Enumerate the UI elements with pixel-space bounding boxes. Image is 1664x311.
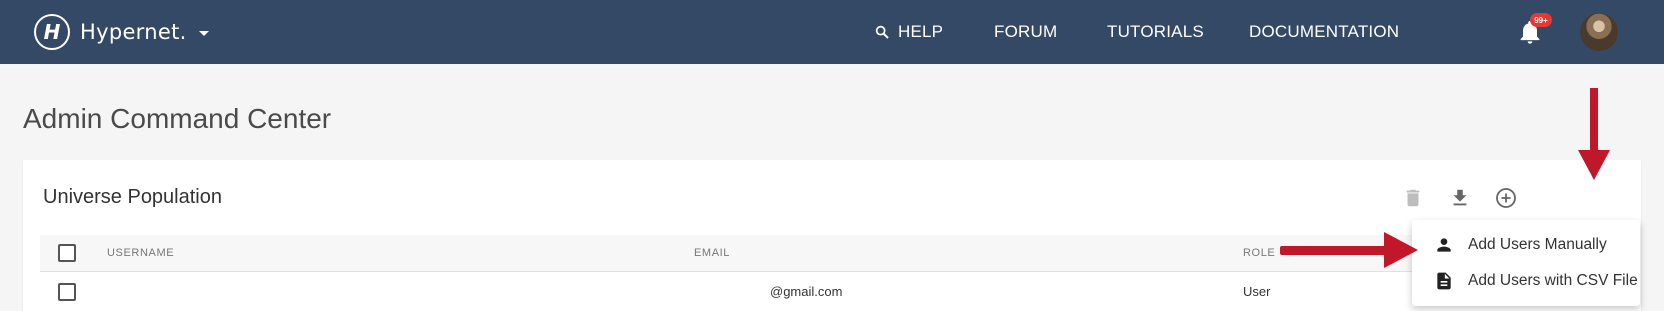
delete-button[interactable] xyxy=(1397,182,1429,214)
user-avatar[interactable] xyxy=(1580,13,1618,51)
cell-role: User xyxy=(1243,284,1271,299)
file-icon xyxy=(1432,269,1456,293)
download-button[interactable] xyxy=(1444,182,1476,214)
brand-logo-icon: H xyxy=(34,14,70,50)
menu-item-label: Add Users Manually xyxy=(1468,236,1607,253)
menu-item-add-users-csv[interactable]: Add Users with CSV File xyxy=(1412,263,1640,299)
notification-count-badge: 99+ xyxy=(1530,13,1552,27)
nav-documentation-label: DOCUMENTATION xyxy=(1249,22,1400,41)
column-header-role[interactable]: ROLE xyxy=(1243,247,1275,259)
nav-forum-link[interactable]: FORUM xyxy=(994,20,1057,44)
brand-menu[interactable]: H Hypernet. xyxy=(34,13,209,51)
nav-tutorials-link[interactable]: TUTORIALS xyxy=(1107,20,1204,44)
person-icon xyxy=(1432,233,1456,257)
page-title: Admin Command Center xyxy=(23,103,332,134)
table-row[interactable]: @gmail.com User xyxy=(40,272,1640,311)
menu-item-label: Add Users with CSV File xyxy=(1468,272,1638,289)
select-all-checkbox[interactable] xyxy=(58,244,76,262)
column-header-username[interactable]: USERNAME xyxy=(107,247,174,259)
add-button[interactable] xyxy=(1490,182,1522,214)
annotation-arrow-down xyxy=(1578,88,1610,180)
nav-help-label: HELP xyxy=(898,22,944,41)
menu-item-add-users-manually[interactable]: Add Users Manually xyxy=(1412,227,1640,263)
annotation-arrow-right xyxy=(1280,232,1418,268)
column-header-email[interactable]: EMAIL xyxy=(694,247,730,259)
cell-email: @gmail.com xyxy=(770,284,843,299)
nav-help-link[interactable]: HELP xyxy=(874,20,943,44)
caret-down-icon xyxy=(198,30,209,36)
add-circle-icon xyxy=(1496,188,1516,208)
card-title: Universe Population xyxy=(43,186,222,208)
nav-documentation-link[interactable]: DOCUMENTATION xyxy=(1249,20,1399,44)
nav-tutorials-label: TUTORIALS xyxy=(1107,22,1204,41)
download-icon xyxy=(1453,189,1467,206)
search-icon xyxy=(875,25,889,39)
nav-forum-label: FORUM xyxy=(994,22,1058,41)
top-navbar: H Hypernet. HELP FORUM TUTORIALS DOCUMEN… xyxy=(0,0,1664,64)
add-users-menu: Add Users Manually Add Users with CSV Fi… xyxy=(1412,220,1640,306)
delete-icon xyxy=(1406,189,1420,207)
row-select-checkbox[interactable] xyxy=(58,283,76,301)
brand-name: Hypernet. xyxy=(80,20,187,44)
